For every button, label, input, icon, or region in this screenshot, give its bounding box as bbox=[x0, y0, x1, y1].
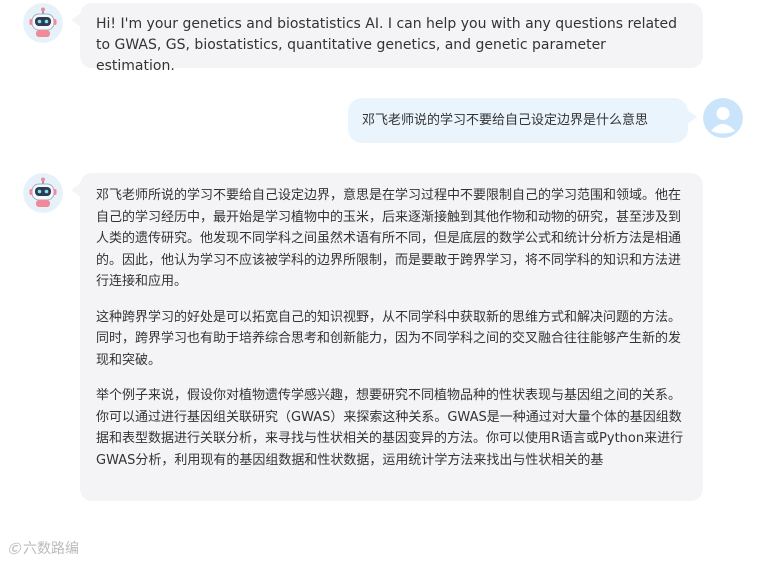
assistant-message: 邓飞老师所说的学习不要给自己设定边界，意思是在学习过程中不要限制自己的学习范围和… bbox=[71, 173, 703, 501]
message-text: Hi! I'm your genetics and biostatistics … bbox=[96, 16, 678, 74]
robot-icon bbox=[23, 3, 63, 43]
message-paragraph: 邓飞老师所说的学习不要给自己设定边界，意思是在学习过程中不要限制自己的学习范围和… bbox=[96, 188, 682, 289]
message-paragraph: 举个例子来说，假设你对植物遗传学感兴趣，想要研究不同植物品种的性状表现与基因组之… bbox=[96, 388, 684, 468]
watermark: Ⓒ 六数路编 bbox=[8, 538, 79, 558]
watermark-text: 六数路编 bbox=[23, 541, 80, 557]
user-avatar-icon bbox=[703, 98, 743, 138]
message-paragraph: 这种跨界学习的好处是可以拓宽自己的知识视野，从不同学科中获取新的思维方式和解决问… bbox=[96, 309, 682, 368]
assistant-message: Hi! I'm your genetics and biostatistics … bbox=[71, 3, 703, 74]
assistant-avatar bbox=[23, 173, 63, 213]
message-text: 邓飞老师说的学习不要给自己设定边界是什么意思 bbox=[362, 113, 649, 128]
robot-icon bbox=[23, 173, 63, 213]
user-message: 邓飞老师说的学习不要给自己设定边界是什么意思 bbox=[348, 98, 697, 143]
assistant-avatar bbox=[23, 3, 63, 43]
watermark-logo: Ⓒ bbox=[8, 541, 21, 556]
user-avatar bbox=[703, 98, 743, 138]
